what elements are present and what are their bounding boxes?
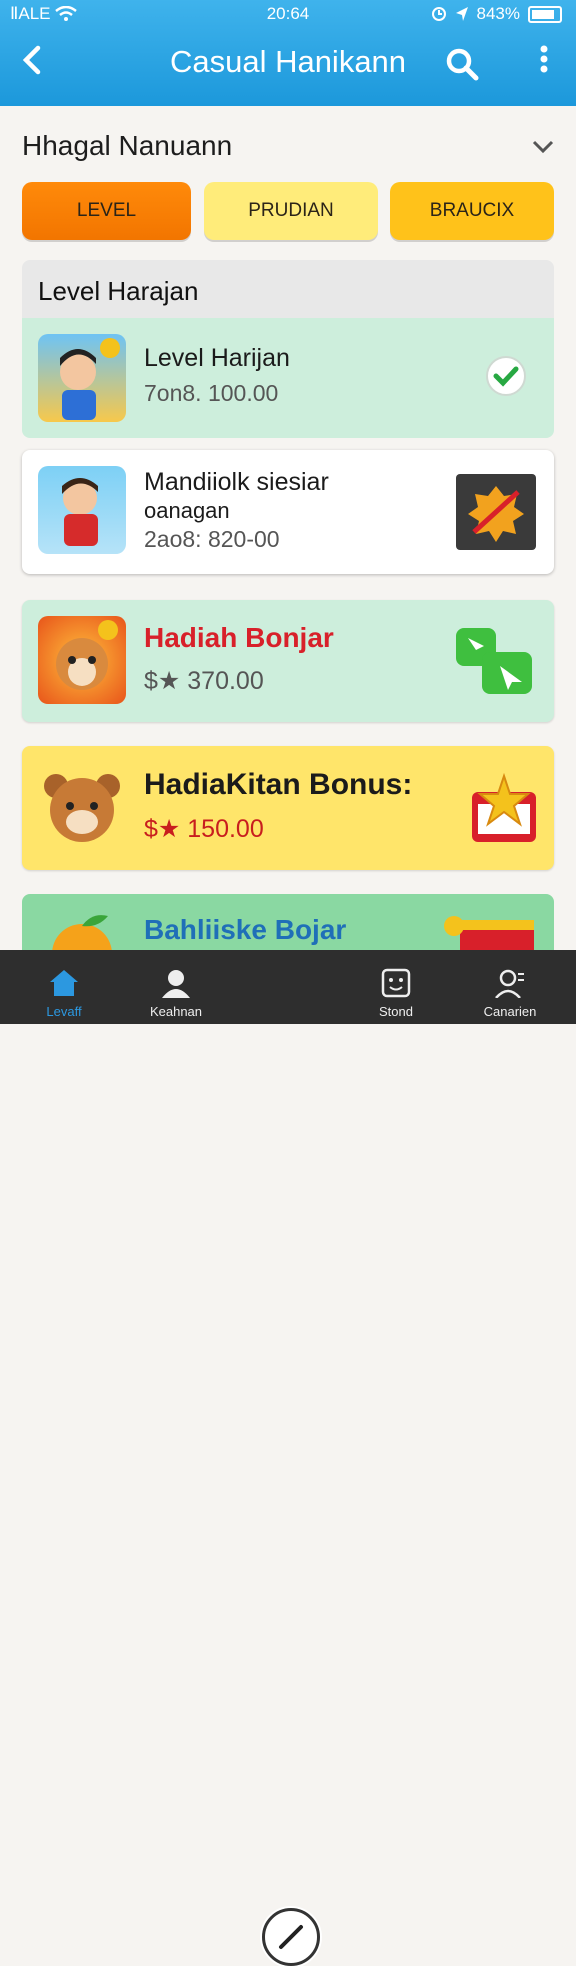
user-icon (495, 969, 524, 998)
tab-canarien[interactable]: Canarien (470, 958, 550, 1020)
profile-icon (162, 970, 190, 998)
tab-label: Keahnan (149, 1004, 203, 1019)
item-subtitle: 7on8. 100.00 (144, 380, 279, 406)
item-title: Mandiiolk siesiar (144, 468, 329, 496)
filter-level-button[interactable]: LEVEL (22, 182, 191, 240)
section-toggle[interactable] (530, 134, 556, 158)
search-button[interactable] (442, 44, 482, 84)
list-item[interactable]: Mandiiolk siesiar oanagan 2ao8: 820-00 (22, 450, 554, 574)
more-vertical-icon (540, 45, 548, 73)
status-right: 843% (431, 4, 562, 24)
list-item[interactable]: Hadiah Bonjar $★ 370.00 (22, 600, 554, 722)
dog-avatar-icon (38, 616, 126, 704)
chevron-down-icon (532, 140, 554, 154)
compose-button[interactable] (262, 1908, 320, 1966)
item-subtitle: $★ 370.00 (144, 667, 264, 695)
list-header-title: Level Harajan (38, 276, 199, 306)
bear-avatar-icon (38, 762, 126, 850)
list-header: Level Harajan (22, 260, 554, 318)
item-title: Bahliiske Bojar (144, 914, 347, 945)
cursor-icon (454, 624, 536, 703)
app-header: ⅡALE 20:64 843% Casual Hanikann (0, 0, 576, 106)
status-bar: ⅡALE 20:64 843% (0, 4, 576, 24)
battery-percent: 843% (476, 4, 520, 23)
tab-label: Canarien (483, 1004, 537, 1019)
item-title: Hadiah Bonjar (144, 622, 334, 653)
alarm-icon (431, 7, 446, 21)
tab-label: Stond (379, 1004, 413, 1019)
tab-stond[interactable]: Stond (356, 958, 436, 1020)
item-title: Level Harijan (144, 344, 290, 372)
tab-keahnan[interactable]: Keahnan (136, 958, 216, 1020)
item-title: HadiaKitan Bonus: (144, 768, 413, 801)
item-subtitle: $★ 150.00 (144, 815, 264, 843)
list-item[interactable]: HadiaKitan Bonus: $★ 150.00 (22, 746, 554, 870)
gift-icon (450, 766, 546, 859)
item-title-line2: oanagan (144, 498, 230, 523)
filter-prudian-button[interactable]: PRUDIAN (204, 182, 378, 240)
more-button[interactable] (524, 44, 564, 84)
battery-icon (528, 5, 562, 23)
bottom-tab-bar: Levaff Keahnan Stond Canarien (0, 950, 576, 1966)
face-icon (381, 968, 411, 998)
filter-braucix-button[interactable]: BRAUCIX (390, 182, 554, 240)
list-item[interactable]: Level Harijan 7on8. 100.00 (22, 318, 554, 438)
section-title: Hhagal Nanuann (22, 130, 233, 161)
check-icon (484, 354, 528, 403)
game-avatar-icon (38, 334, 126, 422)
page-title: Casual Hanikann (169, 44, 407, 79)
game-avatar-icon (38, 466, 126, 554)
search-icon (446, 48, 479, 81)
location-icon (455, 7, 468, 21)
pencil-icon (279, 1925, 303, 1949)
badge-icon (456, 474, 536, 550)
tab-label: Levaff (46, 1004, 82, 1019)
home-icon (50, 970, 78, 996)
tab-levaff[interactable]: Levaff (24, 958, 104, 1020)
item-subtitle: 2ao8: 820-00 (144, 526, 280, 552)
